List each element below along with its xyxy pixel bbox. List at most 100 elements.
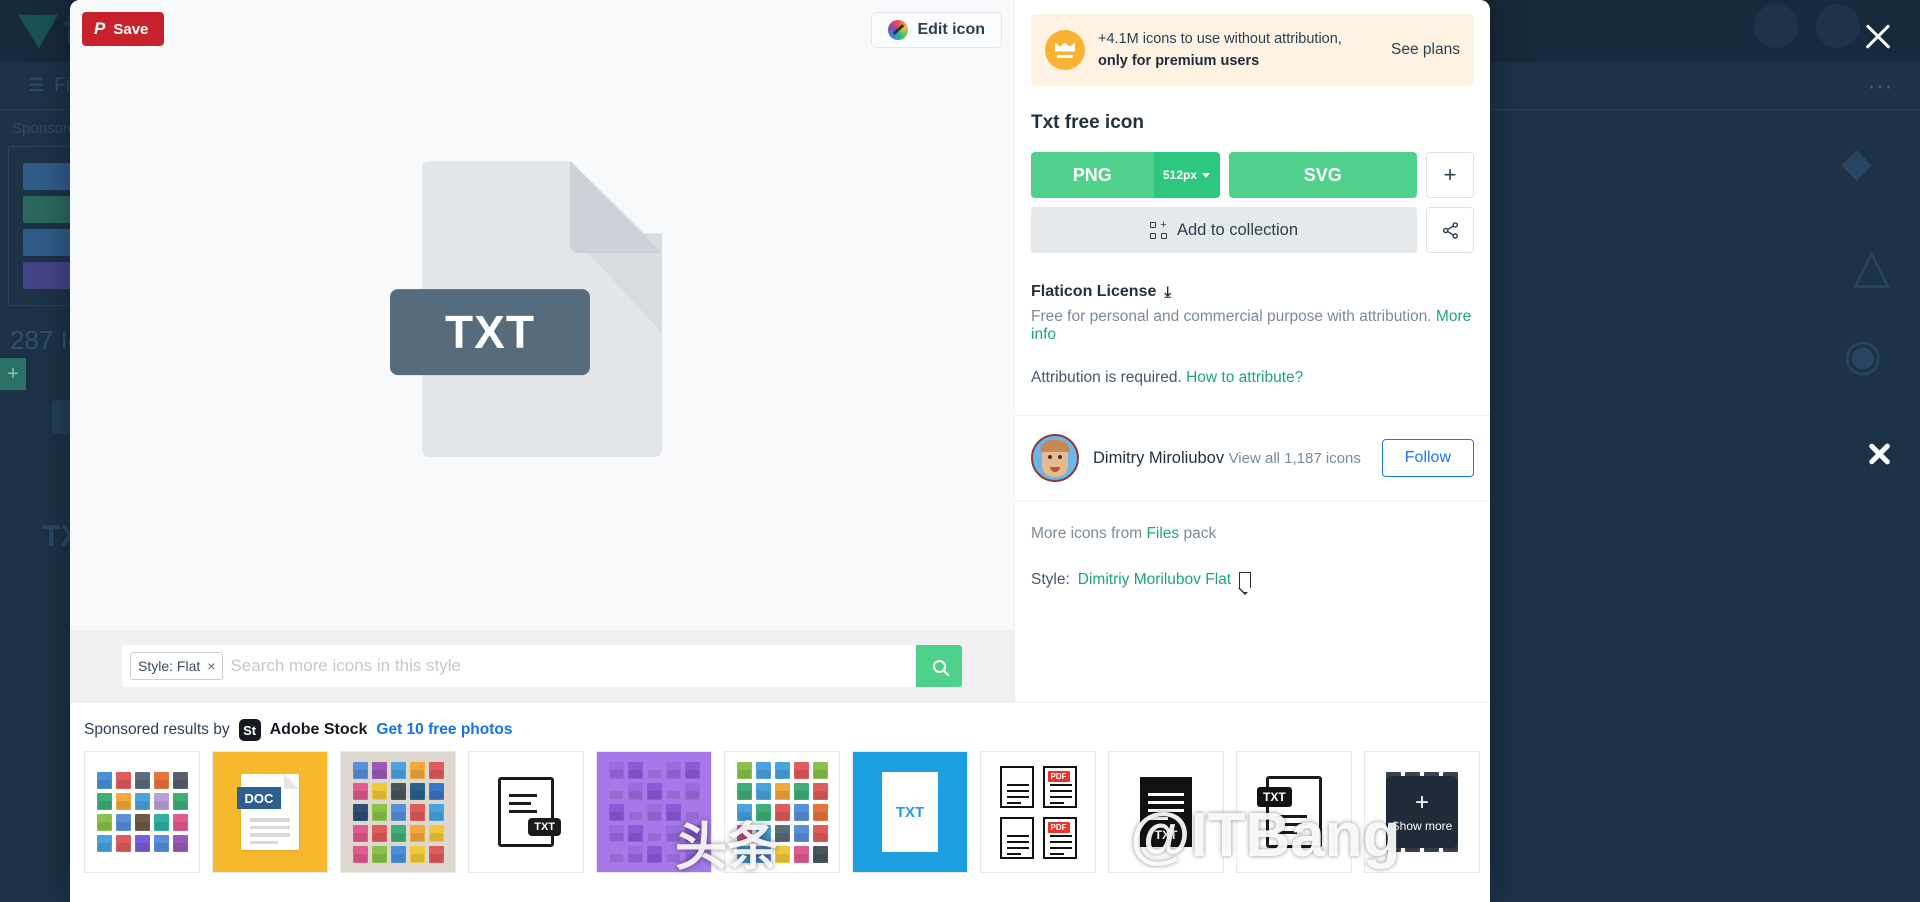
mini-file-icon	[390, 824, 406, 842]
sponsored-results-section: Sponsored results by St Adobe Stock Get …	[70, 702, 1490, 902]
premium-banner-line2: only for premium users	[1098, 53, 1260, 69]
license-description-text: Free for personal and commercial purpose…	[1031, 308, 1432, 325]
mini-file-icon	[371, 803, 387, 821]
sponsored-thumbnail[interactable]	[596, 751, 712, 873]
mini-file-icon	[134, 835, 150, 852]
mini-file-icon	[115, 772, 131, 789]
txt-blue-artwork: TXT	[880, 770, 940, 854]
more-menu-icon[interactable]: ⋯	[1860, 62, 1900, 110]
share-button[interactable]	[1426, 207, 1474, 253]
close-icon[interactable]	[1858, 16, 1898, 56]
mini-file-icon	[793, 782, 809, 800]
mini-file-icon	[736, 782, 752, 800]
search-icon	[932, 659, 946, 673]
sponsored-thumbnail[interactable]: TXT	[1108, 751, 1224, 873]
mini-file-icon	[774, 845, 790, 863]
sponsored-thumbnail[interactable]: DOC	[212, 751, 328, 873]
mini-file-icon	[409, 824, 425, 842]
next-icon[interactable]	[1864, 430, 1898, 474]
edit-icon-button[interactable]: Edit icon	[871, 12, 1002, 48]
download-svg-button[interactable]: SVG	[1228, 152, 1417, 198]
thumbnail-icon-grid	[345, 754, 452, 871]
sponsored-thumbnail[interactable]: PDF PDF	[980, 751, 1096, 873]
header-action-icon[interactable]	[1754, 4, 1798, 48]
more-formats-button[interactable]: +	[1426, 152, 1474, 198]
mini-file-icon	[627, 761, 643, 779]
mini-file-icon	[665, 845, 681, 863]
mini-file-icon	[774, 782, 790, 800]
icon-title: Txt free icon	[1031, 112, 1144, 133]
premium-banner[interactable]: +4.1M icons to use without attribution, …	[1031, 14, 1474, 86]
header-action-icon[interactable]	[1816, 4, 1860, 48]
flaticon-logo-mark	[18, 14, 58, 49]
mini-file-icon	[409, 845, 425, 863]
author-name: Dimitry Miroliubov	[1093, 448, 1225, 467]
sponsored-thumbnail[interactable]	[340, 751, 456, 873]
search-input[interactable]	[223, 645, 916, 687]
modal-top-section: P Save Edit icon TXT Style: Flat × Searc…	[70, 0, 1490, 702]
download-icon[interactable]: ⤓	[1164, 284, 1171, 301]
get-free-photos-link[interactable]: Get 10 free photos	[376, 721, 512, 739]
mini-file-icon	[736, 803, 752, 821]
mini-file-icon	[409, 761, 425, 779]
mini-file-icon	[96, 793, 112, 810]
sponsored-thumbnail[interactable]: TXT	[852, 751, 968, 873]
pack-name-link[interactable]: Files	[1146, 525, 1179, 542]
premium-banner-text: +4.1M icons to use without attribution, …	[1098, 28, 1378, 71]
chip-remove-icon[interactable]: ×	[207, 658, 215, 674]
add-to-collection-button[interactable]: + Add to collection	[1031, 207, 1417, 253]
adobe-stock-logo-icon: St	[238, 719, 261, 741]
sponsored-thumbnail[interactable]: TXT	[1236, 751, 1352, 873]
style-name-link[interactable]: Dimitriy Morilubov Flat	[1078, 571, 1231, 589]
mini-file-icon	[115, 793, 131, 810]
mini-file-icon	[684, 782, 700, 800]
mini-file-icon	[646, 845, 662, 863]
backdrop-add-icon[interactable]: +	[0, 358, 26, 390]
mini-file-icon	[755, 824, 771, 842]
mini-file-icon	[428, 845, 444, 863]
add-to-collection-label: Add to collection	[1176, 220, 1299, 239]
premium-banner-line1: +4.1M icons to use without attribution,	[1098, 31, 1342, 48]
style-filter-chip[interactable]: Style: Flat ×	[130, 652, 224, 680]
plus-icon: +	[1414, 789, 1429, 816]
mini-file-icon	[428, 761, 444, 779]
sponsored-thumbnail[interactable]	[724, 751, 840, 873]
sponsored-thumbnail[interactable]: + Show more	[1364, 751, 1480, 873]
mini-file-icon	[755, 761, 771, 779]
mini-file-icon	[736, 845, 752, 863]
author-view-all-link[interactable]: View all 1,187 icons	[1229, 450, 1361, 467]
avatar[interactable]	[1031, 434, 1079, 482]
show-more-overlay[interactable]: + Show more	[1386, 776, 1458, 848]
mini-file-icon	[352, 782, 368, 800]
sponsored-thumbnail[interactable]: TXT	[468, 751, 584, 873]
mini-file-icon	[428, 803, 444, 821]
sponsored-thumbnail[interactable]	[84, 751, 200, 873]
search-submit-button[interactable]	[916, 645, 962, 687]
pinterest-save-button[interactable]: P Save	[82, 12, 165, 46]
mini-file-icon	[352, 845, 368, 863]
license-block: Flaticon License ⤓ Free for personal and…	[1031, 283, 1474, 387]
mini-file-icon	[627, 782, 643, 800]
mini-file-icon	[755, 845, 771, 863]
color-pencil-icon	[888, 20, 909, 40]
png-size-selector[interactable]: 512px	[1153, 152, 1220, 198]
follow-button[interactable]: Follow	[1381, 439, 1474, 477]
txt-solid-artwork: TXT	[1140, 777, 1192, 847]
thumbnail-icon-grid	[601, 754, 708, 871]
mini-file-icon	[665, 803, 681, 821]
mini-file-icon	[812, 845, 828, 863]
see-plans-link[interactable]: See plans	[1391, 41, 1460, 59]
icon-preview-artwork: TXT	[390, 161, 662, 458]
mini-file-icon	[96, 835, 112, 852]
mini-file-icon	[172, 814, 188, 831]
how-to-attribute-link[interactable]: How to attribute?	[1186, 369, 1303, 386]
pdf-doc-icon: PDF	[1042, 816, 1077, 859]
doc-file-artwork: DOC	[237, 774, 299, 850]
mini-file-icon	[352, 803, 368, 821]
bookmark-icon[interactable]	[1238, 572, 1257, 595]
mini-file-icon	[665, 782, 681, 800]
flask-icon: ◆	[1841, 141, 1872, 185]
mini-file-icon	[390, 782, 406, 800]
download-png-button[interactable]: PNG 512px	[1031, 152, 1220, 198]
mini-file-icon	[608, 761, 624, 779]
